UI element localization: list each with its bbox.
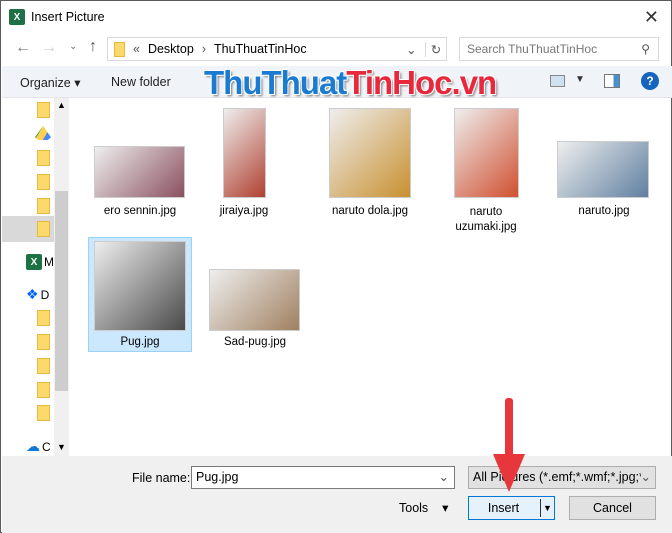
scroll-down-icon[interactable]: ▼ <box>57 442 66 452</box>
dropbox-icon: ❖ <box>26 286 39 302</box>
search-placeholder: Search ThuThuatTinHoc <box>467 42 598 56</box>
nav-label: D <box>40 287 50 302</box>
folder-icon <box>114 41 125 57</box>
forward-icon[interactable]: → <box>41 39 57 57</box>
folder-icon[interactable] <box>37 174 50 190</box>
file-name[interactable]: jiraiya.jpg <box>189 205 299 217</box>
window-title: Insert Picture <box>31 10 105 24</box>
watermark-logo: ThuThuatTinHoc.vn <box>204 64 497 101</box>
file-thumbnail[interactable] <box>94 241 186 331</box>
chevron-down-icon[interactable]: ⌄ <box>640 469 651 484</box>
address-bar[interactable]: « Desktop › ThuThuatTinHoc ⌄ ↻ <box>107 37 447 61</box>
onedrive-icon: ☁ <box>26 438 40 454</box>
insert-button[interactable]: Insert ▼ <box>468 496 555 520</box>
file-thumbnail[interactable] <box>223 108 266 198</box>
file-thumbnail[interactable] <box>557 141 649 198</box>
nav-label: C <box>42 439 51 454</box>
red-arrow-annotation <box>493 398 525 492</box>
file-name[interactable]: naruto dola.jpg <box>315 205 425 217</box>
file-name-label: File name: <box>132 471 191 485</box>
file-thumbnail[interactable] <box>454 108 519 198</box>
tools-button[interactable]: Tools ▾ <box>399 500 448 515</box>
folder-icon[interactable] <box>37 150 50 166</box>
shared-folder-icon[interactable] <box>37 334 50 350</box>
excel-icon: X <box>9 9 25 25</box>
file-name[interactable]: naruto uzumaki.jpg <box>441 205 531 235</box>
file-name[interactable]: ero sennin.jpg <box>85 205 195 217</box>
breadcrumb-desktop[interactable]: Desktop <box>148 42 194 56</box>
google-drive-icon[interactable] <box>35 126 51 140</box>
organize-label: Organize <box>20 76 71 90</box>
nav-item-excel[interactable]: XM <box>26 254 54 270</box>
shared-folder-icon[interactable] <box>37 405 50 421</box>
scrollbar-thumb[interactable] <box>55 191 68 391</box>
cancel-button[interactable]: Cancel <box>569 496 656 520</box>
dialog-footer: File name: Pug.jpg ⌄ All Pictures (*.emf… <box>2 456 672 533</box>
refresh-icon[interactable]: ↻ <box>426 42 446 57</box>
back-icon[interactable]: ← <box>15 39 31 57</box>
help-icon[interactable]: ? <box>641 72 659 90</box>
synced-folder-icon[interactable] <box>37 310 50 326</box>
file-name-value: Pug.jpg <box>196 470 239 484</box>
nav-label: M <box>44 255 54 269</box>
chevron-down-icon[interactable]: ⌄ <box>406 41 426 57</box>
insert-picture-dialog: X Insert Picture ✕ ← → ⌄ ↑ « Desktop › T… <box>0 0 672 533</box>
scroll-up-icon[interactable]: ▲ <box>57 100 66 110</box>
view-dropdown-icon[interactable]: ▼ <box>575 74 585 85</box>
preview-pane-icon[interactable] <box>604 74 620 88</box>
insert-dropdown-icon[interactable]: ▼ <box>540 499 554 517</box>
up-icon[interactable]: ↑ <box>89 38 97 56</box>
view-icon[interactable] <box>550 75 565 87</box>
recent-dropdown-icon[interactable]: ⌄ <box>69 41 77 52</box>
synced-folder-icon[interactable] <box>37 382 50 398</box>
organize-button[interactable]: Organize ▾ <box>20 75 80 90</box>
search-input[interactable]: Search ThuThuatTinHoc ⚲ <box>459 37 659 61</box>
file-thumbnail[interactable] <box>94 146 185 198</box>
folder-icon[interactable] <box>37 102 50 118</box>
shared-folder-icon[interactable] <box>37 358 50 374</box>
breadcrumb-thuthuattinhoc[interactable]: ThuThuatTinHoc <box>214 42 307 56</box>
file-name-input[interactable]: Pug.jpg ⌄ <box>191 466 455 489</box>
file-name[interactable]: Sad-pug.jpg <box>200 336 310 348</box>
title-bar: X Insert Picture <box>9 1 105 33</box>
excel-icon: X <box>26 254 42 270</box>
overflow-crumb[interactable]: « <box>133 42 140 56</box>
file-thumbnail[interactable] <box>329 108 411 198</box>
folder-icon[interactable] <box>37 198 50 214</box>
nav-item-dropbox[interactable]: ❖ D <box>26 286 49 303</box>
folder-icon[interactable] <box>37 221 50 237</box>
nav-scrollbar[interactable]: ▲ ▼ <box>54 98 69 456</box>
chevron-down-icon[interactable]: ⌄ <box>439 469 449 484</box>
new-folder-button[interactable]: New folder <box>111 75 171 89</box>
file-name[interactable]: naruto.jpg <box>549 205 659 217</box>
insert-label: Insert <box>487 501 520 515</box>
chevron-right-icon: › <box>201 42 206 56</box>
close-icon[interactable]: ✕ <box>644 7 659 28</box>
file-thumbnail[interactable] <box>209 269 300 331</box>
file-name[interactable]: Pug.jpg <box>85 336 195 348</box>
search-icon: ⚲ <box>641 42 650 56</box>
nav-item-onedrive[interactable]: ☁ C <box>26 438 51 455</box>
tools-label: Tools <box>399 501 429 515</box>
